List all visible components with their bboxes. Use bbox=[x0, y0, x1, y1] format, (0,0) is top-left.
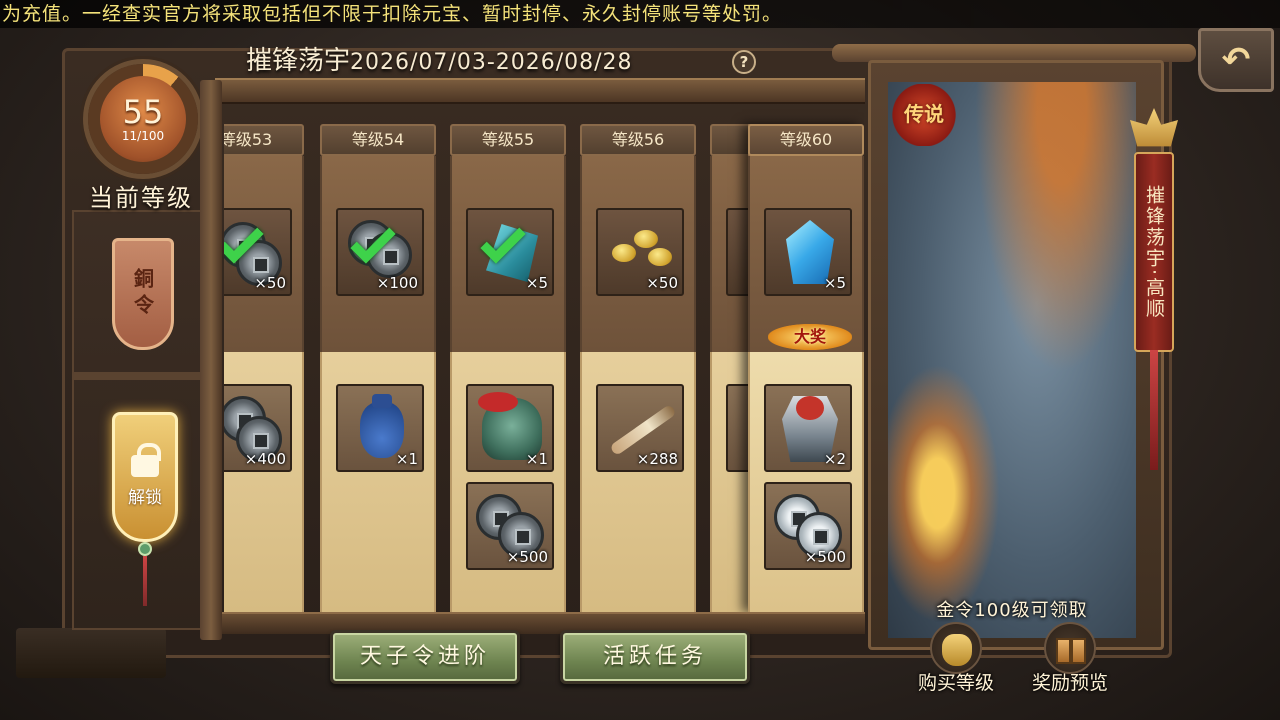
gold-bean-icon bbox=[648, 248, 672, 266]
item-quantity: ×288 bbox=[636, 450, 678, 468]
event-date-range: 2026/07/03-2026/08/28 bbox=[350, 50, 633, 75]
help-button[interactable]: ? bbox=[732, 50, 756, 74]
item-quantity: ×100 bbox=[376, 274, 418, 292]
item-quantity: ×2 bbox=[823, 450, 846, 468]
reward-preview-button[interactable]: 奖励预览 bbox=[1020, 622, 1120, 698]
legend-badge: 传说 bbox=[892, 84, 956, 146]
advance-order-button[interactable]: 天子令进阶 bbox=[330, 630, 520, 684]
reward-item-free[interactable]: ×50 bbox=[224, 208, 292, 296]
back-button[interactable]: ↶ bbox=[1198, 28, 1274, 92]
unlock-label: 解锁 bbox=[128, 487, 162, 508]
reward-item-premium[interactable]: ×1 bbox=[336, 384, 424, 472]
copper-order-tab[interactable]: 銅令 bbox=[112, 238, 174, 350]
level-badge: 55 11/100 bbox=[100, 76, 186, 162]
announcement-marquee: 为充值。一经查实官方将采取包括但不限于扣除元宝、暂时封停、永久封停账号等处罚。 bbox=[0, 0, 1280, 28]
item-quantity: ×1 bbox=[395, 450, 418, 468]
item-quantity: ×5 bbox=[823, 274, 846, 292]
level-number: 55 bbox=[122, 93, 164, 131]
reward-item-premium[interactable]: ×500 bbox=[466, 482, 554, 570]
reward-item-free[interactable]: ×100 bbox=[336, 208, 424, 296]
reward-item-premium[interactable]: ×1 bbox=[466, 384, 554, 472]
item-quantity: ×50 bbox=[646, 274, 678, 292]
level-progress-text: 11/100 bbox=[121, 129, 165, 143]
grand-prize-badge: 大奖 bbox=[768, 324, 852, 350]
item-quantity: ×500 bbox=[506, 548, 548, 566]
unlock-gold-order-button[interactable]: 解锁 bbox=[112, 412, 178, 542]
left-post bbox=[200, 80, 222, 640]
reward-column-54: 等级54 ×100 ×1 bbox=[320, 124, 436, 612]
gold-bean-icon bbox=[612, 244, 636, 262]
column-level-label: 等级60 bbox=[748, 124, 864, 156]
feather-brush-icon bbox=[609, 403, 677, 457]
reward-item-premium[interactable]: ×2 bbox=[764, 384, 852, 472]
reward-item-free[interactable]: ×50 bbox=[596, 208, 684, 296]
top-rail bbox=[215, 78, 865, 104]
current-level-label: 当前等级 bbox=[89, 184, 193, 212]
column-level-label: 等级56 bbox=[580, 124, 696, 156]
item-quantity: ×500 bbox=[804, 548, 846, 566]
reward-track[interactable]: 等级53 ×50 ×400 等级54 ×100 ×1 等级55 ×5 ×1 ×5… bbox=[224, 104, 864, 612]
item-quantity: ×400 bbox=[244, 450, 286, 468]
buy-level-button[interactable]: 购买等级 bbox=[906, 622, 1006, 698]
reward-column-56: 等级56 ×50 ×288 bbox=[580, 124, 696, 612]
lock-icon bbox=[131, 442, 161, 477]
reward-item-premium[interactable]: ×288 bbox=[596, 384, 684, 472]
reward-column-53: 等级53 ×50 ×400 bbox=[224, 124, 304, 612]
column-level-label: 等级55 bbox=[450, 124, 566, 156]
money-bag-icon bbox=[930, 622, 982, 674]
reward-item-free[interactable]: ×5 bbox=[764, 208, 852, 296]
gold-bean-icon bbox=[634, 230, 658, 248]
gift-box-icon bbox=[1044, 622, 1096, 674]
reward-column-60-featured: 等级60 ×5 ×2 ×500 大奖 bbox=[748, 124, 864, 612]
item-quantity: ×5 bbox=[525, 274, 548, 292]
reward-column-55: 等级55 ×5 ×1 ×500 bbox=[450, 124, 566, 612]
reward-item-premium[interactable]: ×500 bbox=[764, 482, 852, 570]
item-quantity: ×1 bbox=[525, 450, 548, 468]
jade-tassel-decoration bbox=[138, 542, 152, 612]
column-level-label: 等级53 bbox=[224, 124, 304, 156]
hero-name-banner: 摧锋荡宇·高顺 bbox=[1134, 152, 1174, 352]
reward-item-premium[interactable]: ×400 bbox=[224, 384, 292, 472]
bottom-rail bbox=[215, 612, 865, 634]
event-title: 摧锋荡宇 bbox=[246, 46, 351, 76]
active-tasks-button[interactable]: 活跃任务 bbox=[560, 630, 750, 684]
page-title: 摧锋荡宇2026/07/03-2026/08/28 bbox=[246, 42, 633, 80]
gold-order-note: 金令100级可领取 bbox=[936, 600, 1088, 621]
item-quantity: ×50 bbox=[254, 274, 286, 292]
red-tassel-decoration bbox=[1150, 350, 1158, 470]
shelf-divider bbox=[72, 372, 212, 380]
hero-artwork[interactable] bbox=[888, 82, 1136, 638]
column-level-label: 等级54 bbox=[320, 124, 436, 156]
books-decoration bbox=[16, 628, 166, 678]
reward-item-free[interactable]: ×5 bbox=[466, 208, 554, 296]
